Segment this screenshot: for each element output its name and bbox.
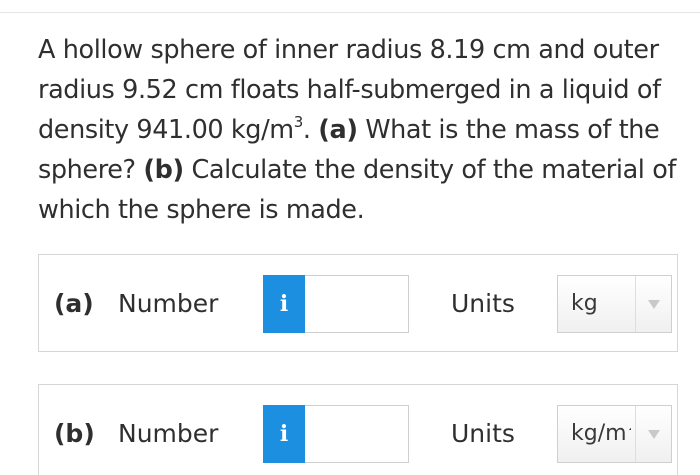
info-button[interactable]: i <box>263 405 305 463</box>
units-selected-value: kg/m^3 <box>571 421 631 446</box>
question-punct: . <box>302 115 319 145</box>
top-divider <box>0 12 700 13</box>
answer-panel-b: (b) Number i Units kg/m^3 <box>38 384 678 475</box>
number-input-a[interactable] <box>305 275 409 333</box>
answer-panel-a: (a) Number i Units kg <box>38 254 678 352</box>
info-button[interactable]: i <box>263 275 305 333</box>
part-label: (a) <box>54 289 94 318</box>
chevron-down-icon <box>635 406 671 462</box>
density-exponent: 3 <box>293 112 304 131</box>
units-selected-value: kg <box>571 291 598 316</box>
units-select-a[interactable]: kg <box>557 275 672 333</box>
part-label: (b) <box>54 419 95 448</box>
units-select-b[interactable]: kg/m^3 <box>557 405 672 463</box>
units-label: Units <box>451 289 515 318</box>
number-input-b[interactable] <box>305 405 409 463</box>
number-label: Number <box>118 419 219 448</box>
info-icon: i <box>279 291 289 317</box>
chevron-down-icon <box>635 276 671 332</box>
part-a-marker: (a) <box>318 115 358 145</box>
number-label: Number <box>118 289 219 318</box>
question-text: A hollow sphere of inner radius 8.19 cm … <box>38 30 678 230</box>
info-icon: i <box>279 421 289 447</box>
part-b-marker: (b) <box>143 155 184 185</box>
units-label: Units <box>451 419 515 448</box>
